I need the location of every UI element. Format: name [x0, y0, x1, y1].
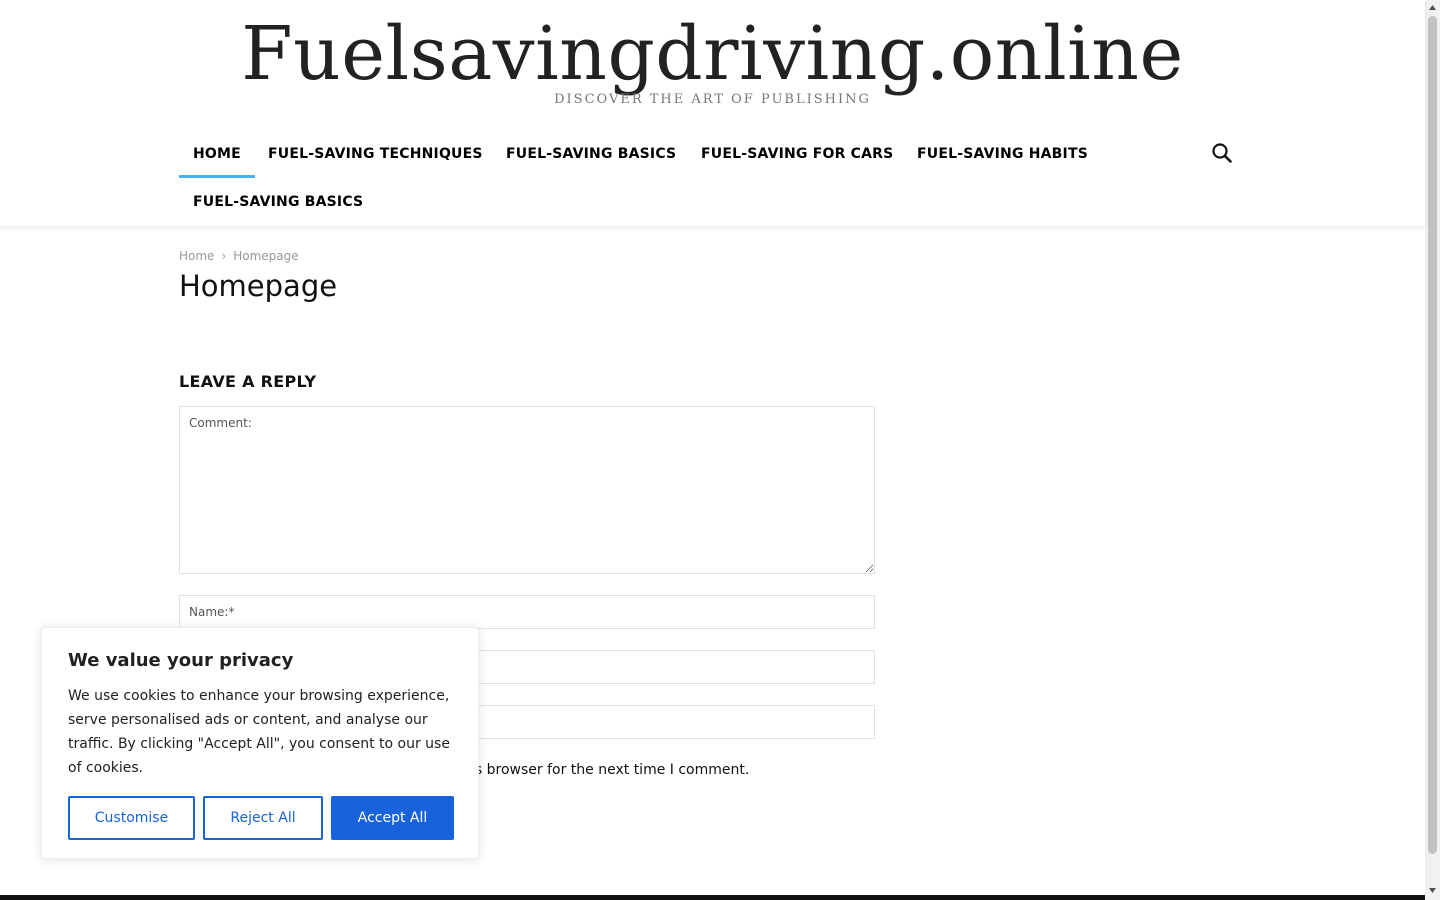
breadcrumb-current: Homepage [233, 249, 299, 263]
breadcrumb-separator: › [221, 249, 227, 263]
save-info-label: is browser for the next time I comment. [471, 762, 750, 778]
search-icon [1212, 143, 1232, 163]
page-title: Homepage [179, 269, 338, 303]
comment-textarea[interactable] [179, 406, 875, 574]
nav-item-fuel-saving-techniques[interactable]: FUEL-SAVING TECHNIQUES [254, 130, 497, 178]
accept-all-button[interactable]: Accept All [331, 796, 454, 840]
site-tagline: DISCOVER THE ART OF PUBLISHING [554, 92, 871, 107]
cookie-text: We use cookies to enhance your browsing … [68, 688, 450, 776]
site-title[interactable]: Fuelsavingdriving.online [0, 12, 1425, 96]
cookie-title: We value your privacy [68, 650, 294, 671]
scrollbar-thumb[interactable] [1428, 16, 1437, 854]
site-header: Fuelsavingdriving.online DISCOVER THE AR… [0, 0, 1425, 226]
scroll-up-arrow-icon[interactable] [1428, 3, 1437, 12]
nav-item-fuel-saving-basics[interactable]: FUEL-SAVING BASICS [492, 130, 690, 178]
reject-all-button[interactable]: Reject All [203, 796, 323, 840]
breadcrumb: Home › Homepage [179, 249, 299, 263]
name-field[interactable] [179, 595, 875, 629]
search-button[interactable] [1208, 140, 1236, 168]
cookie-consent-banner: We value your privacy We use cookies to … [41, 627, 479, 859]
nav-item-fuel-saving-for-cars[interactable]: FUEL-SAVING FOR CARS [687, 130, 907, 178]
nav-item-fuel-saving-habits[interactable]: FUEL-SAVING HABITS [903, 130, 1102, 178]
nav-item-home[interactable]: HOME [179, 130, 255, 178]
leave-reply-heading: LEAVE A REPLY [179, 372, 317, 391]
page-scrollbar[interactable] [1425, 0, 1440, 900]
customise-button[interactable]: Customise [68, 796, 195, 840]
nav-item-fuel-saving-basics-2[interactable]: FUEL-SAVING BASICS [179, 178, 377, 226]
breadcrumb-home-link[interactable]: Home [179, 249, 214, 263]
footer-bar [0, 895, 1425, 900]
scroll-down-arrow-icon[interactable] [1428, 886, 1437, 895]
